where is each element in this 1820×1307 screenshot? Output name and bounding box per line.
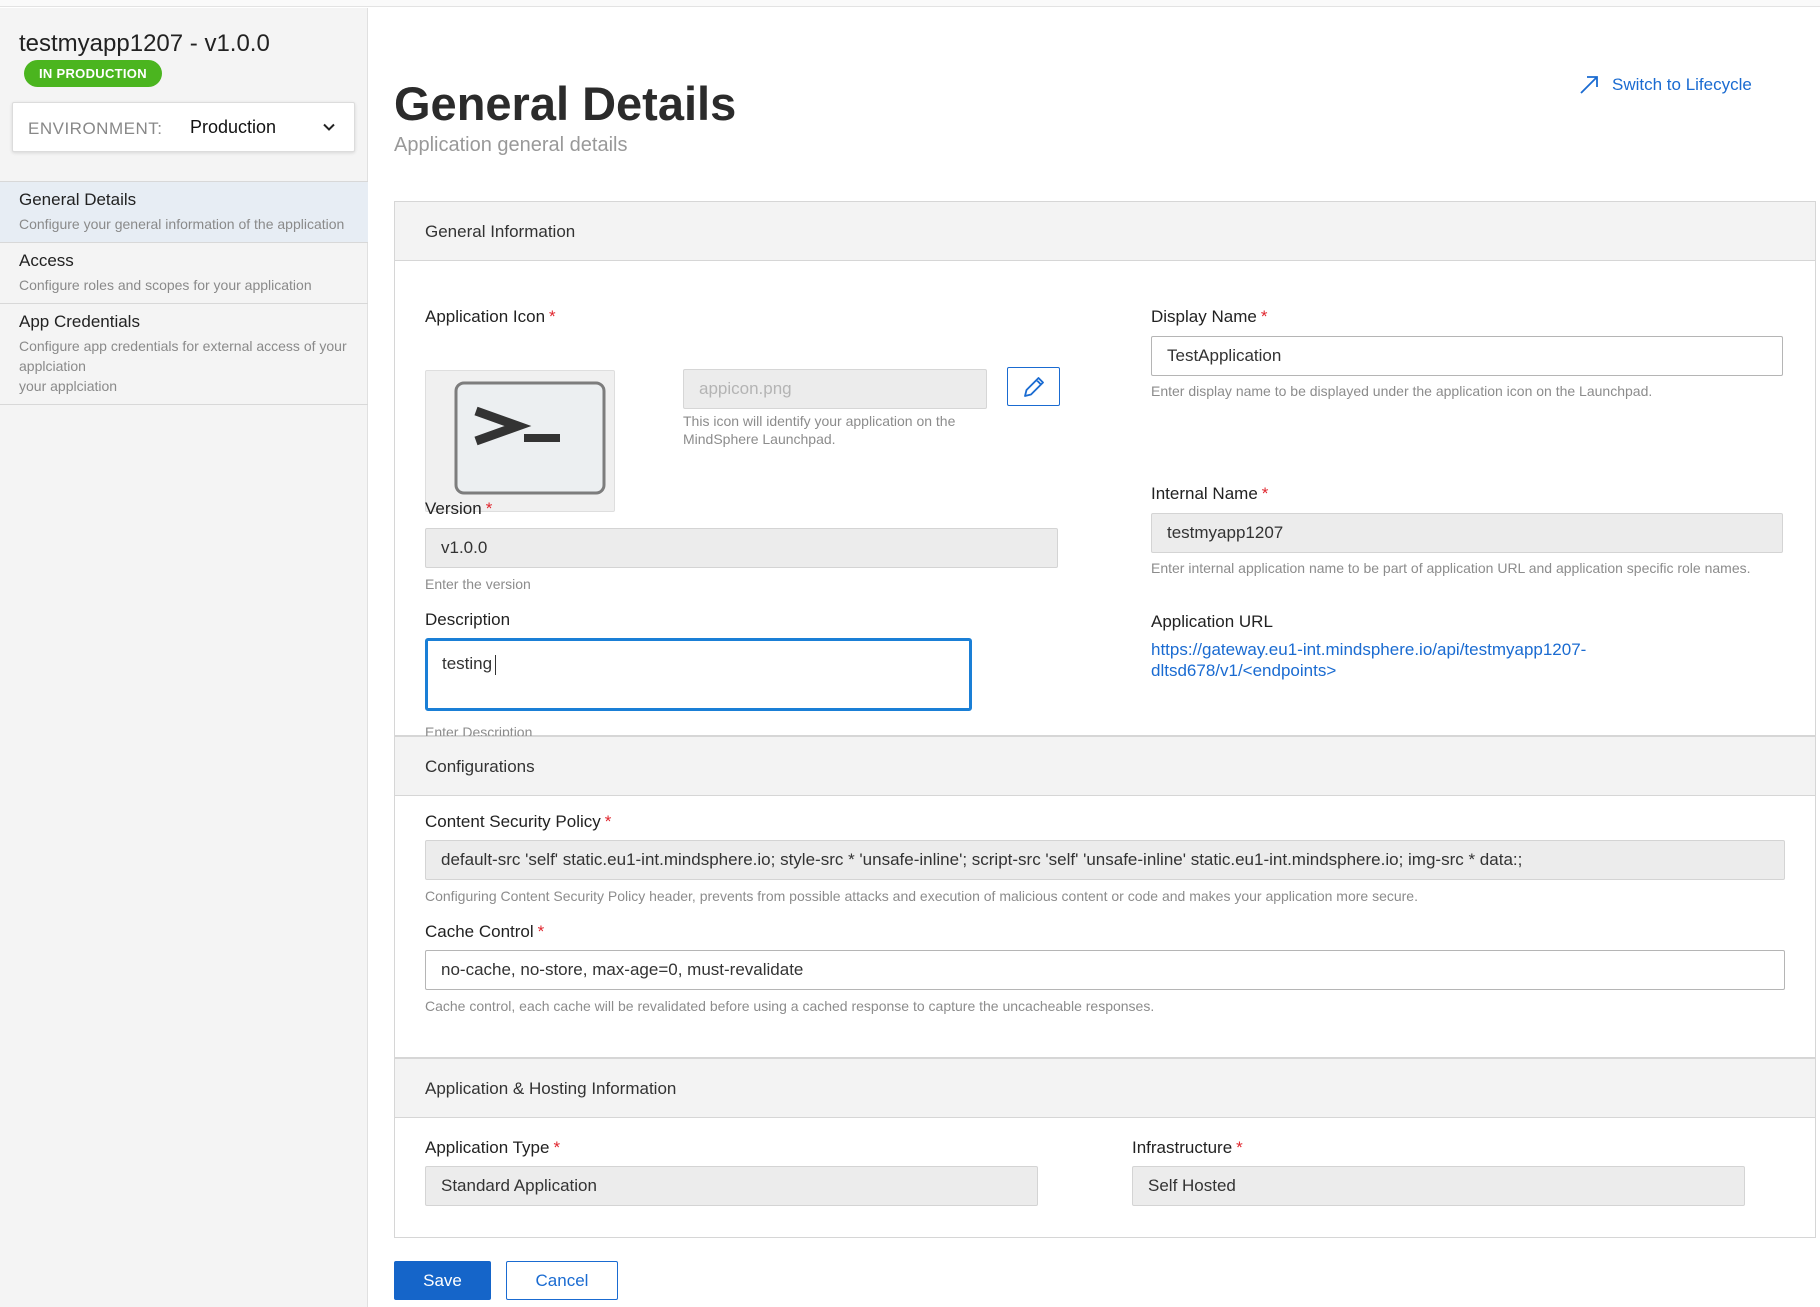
sidebar-item-general-details[interactable]: General Details Configure your general i…	[0, 181, 368, 242]
sidebar-item-desc: Configure app credentials for external a…	[19, 338, 347, 394]
text-caret	[495, 654, 497, 675]
panel-heading: Application & Hosting Information	[395, 1059, 1815, 1118]
edit-icon-button[interactable]	[1007, 367, 1060, 406]
sidebar-item-title: Access	[19, 251, 74, 270]
required-marker: *	[549, 307, 556, 326]
general-information-panel: General Information Application Icon * ap…	[394, 201, 1816, 740]
application-url-label: Application URL	[1151, 612, 1273, 631]
description-value: testing	[442, 654, 493, 673]
csp-label: Content Security Policy *	[425, 812, 612, 831]
required-marker: *	[537, 922, 545, 941]
internal-name-label: Internal Name *	[1151, 484, 1269, 503]
application-type-label: Application Type *	[425, 1138, 561, 1157]
sidebar-item-title: App Credentials	[19, 312, 140, 331]
cache-control-label: Cache Control *	[425, 922, 545, 941]
application-icon-hint: This icon will identify your application…	[683, 413, 956, 447]
required-marker: *	[1236, 1138, 1243, 1157]
switch-to-lifecycle-link[interactable]: Switch to Lifecycle	[1578, 74, 1752, 96]
page-title: General Details	[394, 77, 737, 130]
arrow-up-right-icon	[1580, 76, 1598, 94]
cache-control-input[interactable]: no-cache, no-store, max-age=0, must-reva…	[425, 950, 1785, 990]
environment-selector[interactable]: ENVIRONMENT: Production	[12, 102, 355, 152]
required-marker: *	[1260, 307, 1268, 326]
panel-heading: Configurations	[395, 737, 1815, 796]
version-hint: Enter the version	[425, 576, 531, 592]
hosting-information-panel: Application & Hosting Information Applic…	[394, 1058, 1816, 1238]
required-marker: *	[485, 499, 493, 518]
display-name-input[interactable]: TestApplication	[1151, 336, 1783, 376]
sidebar-item-app-credentials[interactable]: App Credentials Configure app credential…	[0, 303, 368, 405]
page-subtitle: Application general details	[394, 134, 628, 156]
icon-file-input[interactable]: appicon.png	[683, 369, 987, 409]
environment-label: ENVIRONMENT:	[28, 119, 163, 138]
version-input[interactable]: v1.0.0	[425, 528, 1058, 568]
application-url-link[interactable]: https://gateway.eu1-int.mindsphere.io/ap…	[1151, 639, 1586, 681]
save-button[interactable]: Save	[394, 1261, 491, 1300]
display-name-label: Display Name *	[1151, 307, 1268, 326]
top-border	[0, 0, 1820, 7]
cache-control-hint: Cache control, each cache will be revali…	[425, 998, 1155, 1014]
application-icon-label: Application Icon *	[425, 307, 556, 326]
sidebar-item-title: General Details	[19, 190, 137, 209]
description-label: Description	[425, 610, 511, 629]
infrastructure-input[interactable]: Self Hosted	[1132, 1166, 1745, 1206]
panel-heading: General Information	[395, 202, 1815, 261]
status-badge: IN PRODUCTION	[24, 60, 162, 87]
infrastructure-label: Infrastructure *	[1132, 1138, 1243, 1157]
pencil-icon	[1023, 376, 1044, 397]
internal-name-hint: Enter internal application name to be pa…	[1151, 560, 1751, 576]
sidebar-item-desc: Configure your general information of th…	[19, 216, 345, 232]
sidebar-item-desc: Configure roles and scopes for your appl…	[19, 277, 312, 293]
internal-name-input[interactable]: testmyapp1207	[1151, 513, 1783, 553]
chevron-down-icon[interactable]	[322, 120, 336, 134]
terminal-prompt-icon	[454, 381, 606, 495]
sidebar-item-access[interactable]: Access Configure roles and scopes for yo…	[0, 242, 368, 303]
application-icon-preview	[425, 370, 615, 512]
display-name-hint: Enter display name to be displayed under…	[1151, 383, 1653, 399]
required-marker: *	[604, 812, 612, 831]
application-type-input[interactable]: Standard Application	[425, 1166, 1038, 1206]
version-label: Version *	[425, 499, 493, 518]
configurations-panel: Configurations Content Security Policy * …	[394, 736, 1816, 1058]
sidebar-nav: General Details Configure your general i…	[0, 181, 368, 405]
required-marker: *	[1261, 484, 1269, 503]
required-marker: *	[553, 1138, 561, 1157]
csp-hint: Configuring Content Security Policy head…	[425, 888, 1418, 904]
sidebar: testmyapp1207 - v1.0.0 IN PRODUCTION ENV…	[0, 8, 368, 1307]
description-input[interactable]: testing	[425, 638, 972, 711]
cancel-button[interactable]: Cancel	[506, 1261, 618, 1300]
app-title: testmyapp1207 - v1.0.0	[19, 30, 270, 57]
switch-to-lifecycle-label: Switch to Lifecycle	[1612, 75, 1752, 94]
csp-input[interactable]: default-src 'self' static.eu1-int.mindsp…	[425, 840, 1785, 880]
